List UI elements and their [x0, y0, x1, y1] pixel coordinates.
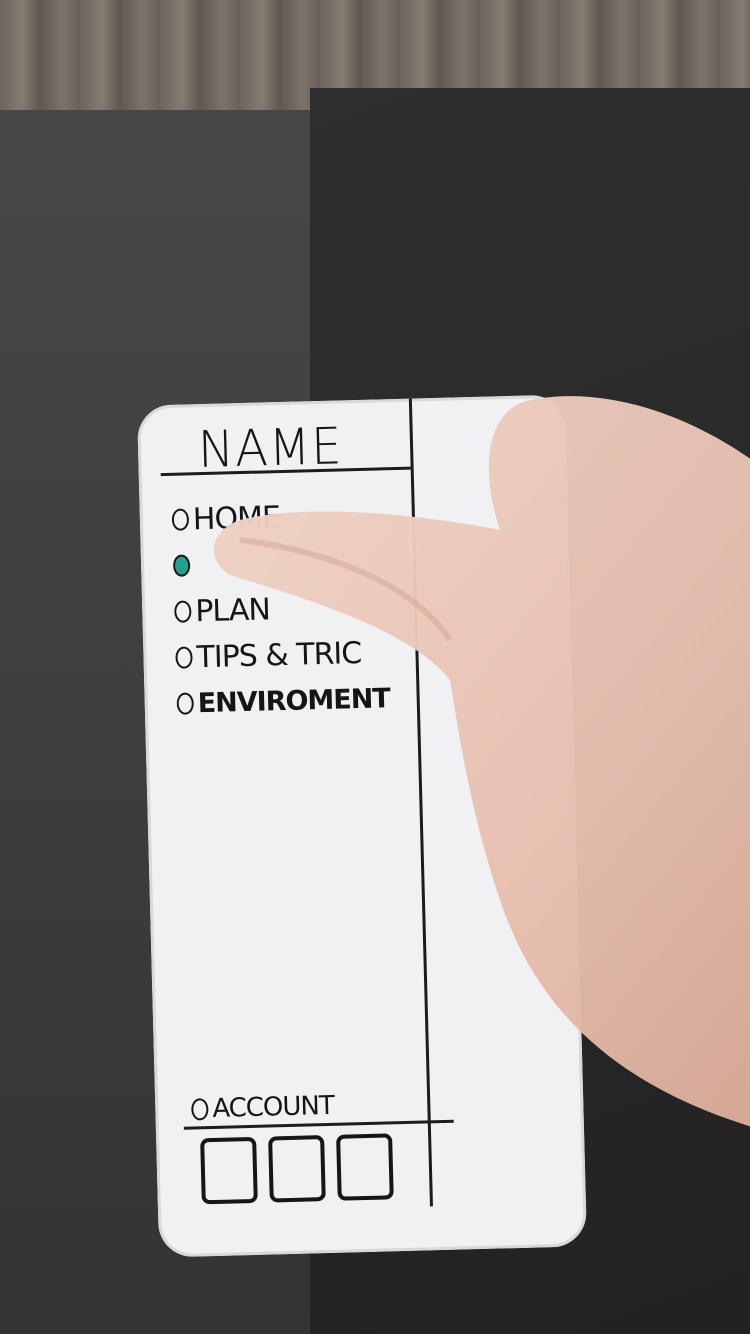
menu-item-label: HOME: [192, 499, 281, 537]
menu-item-home[interactable]: HOME: [171, 491, 412, 543]
tab-button-2[interactable]: [268, 1135, 326, 1203]
navigation-drawer: NAME HOME PLAN TIPS & TRIC ENVIROMENT: [158, 398, 433, 1213]
radio-icon: [176, 692, 195, 715]
menu-item-selected[interactable]: [172, 537, 414, 589]
photo-scene: NAME HOME PLAN TIPS & TRIC ENVIROMENT AC…: [0, 0, 750, 1334]
drawer-menu: HOME PLAN TIPS & TRIC ENVIROMENT: [171, 491, 417, 727]
tab-button-3[interactable]: [336, 1133, 394, 1201]
tab-bar: [200, 1133, 394, 1205]
menu-item-environment[interactable]: ENVIROMENT: [176, 675, 417, 727]
menu-item-label: TIPS & TRIC: [196, 635, 362, 675]
radio-icon: [171, 508, 190, 531]
account-item[interactable]: ACCOUNT: [191, 1091, 334, 1125]
tab-button-1[interactable]: [200, 1136, 258, 1205]
radio-selected-icon: [172, 554, 191, 577]
paper-prototype-screen: NAME HOME PLAN TIPS & TRIC ENVIROMENT AC…: [136, 394, 588, 1258]
radio-icon: [175, 646, 193, 669]
menu-item-tips[interactable]: TIPS & TRIC: [175, 629, 416, 681]
menu-item-label: PLAN: [194, 591, 271, 629]
radio-icon: [174, 600, 192, 623]
radio-icon: [191, 1098, 209, 1121]
menu-item-label: ENVIROMENT: [197, 682, 391, 719]
menu-item-plan[interactable]: PLAN: [174, 583, 415, 635]
account-label: ACCOUNT: [211, 1090, 335, 1125]
